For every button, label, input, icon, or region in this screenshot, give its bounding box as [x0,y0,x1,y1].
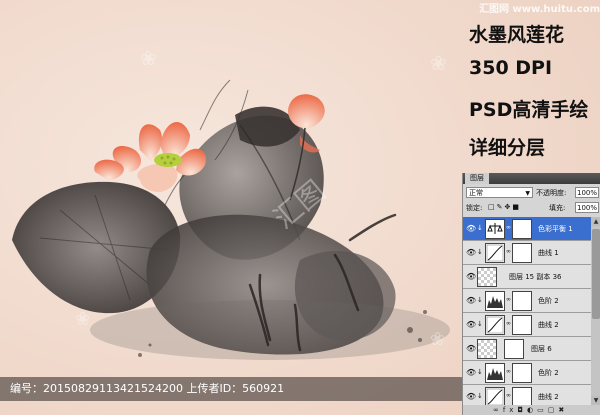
scroll-thumb[interactable] [592,229,600,319]
group-folder-icon[interactable]: ▭ [537,406,548,414]
pattern-icon [477,267,497,287]
promo-text-block: 水墨风莲花 350 DPI PSD高清手绘 详细分层 [463,0,600,172]
blend-row: 正常 ▼ 不透明度: 100% [463,186,600,200]
layer-name: 色阶 2 [538,369,559,377]
eye-icon[interactable]: 👁 [466,392,476,401]
checker-icon [477,339,497,359]
clip-arrow-icon: ↓ [477,248,483,256]
layer-row[interactable]: 👁 ↓ ∞ 色阶 2 [463,361,591,385]
clip-arrow-icon: ↓ [477,224,483,232]
balance-icon [485,219,505,239]
layers-panel: 图层 正常 ▼ 不透明度: 100% 锁定: □✎✥■ 填充: 100% 👁 ↓… [462,173,600,415]
eye-icon[interactable]: 👁 [466,344,476,353]
footer-icons: ∞fx◘◐▭▢✖ [493,405,568,415]
svg-text:❀: ❀ [430,51,447,75]
adjustment-icon[interactable]: ◐ [527,406,537,414]
layer-name: 图层 6 [531,345,552,353]
link-icon[interactable]: ∞ [506,248,511,255]
add-mask-icon[interactable]: ◘ [517,406,527,414]
lock-brush-icon[interactable]: ✎ [497,203,505,211]
lock-all-icon[interactable]: ■ [512,203,521,211]
promo-psd: PSD高清手绘 [469,99,589,121]
eye-icon[interactable]: 👁 [466,368,476,377]
lock-label: 锁定: [466,204,483,212]
layer-row[interactable]: 👁 图层 15 副本 36 [463,265,591,289]
clip-arrow-icon: ↓ [477,392,483,400]
lock-row: 锁定: □✎✥■ 填充: 100% [463,201,600,215]
layer-name: 色阶 2 [538,297,559,305]
eye-icon[interactable]: 👁 [466,224,476,233]
layer-mask-thumb[interactable] [512,363,532,383]
layer-name: 图层 15 副本 36 [509,273,562,281]
layer-row[interactable]: 👁 ↓ ∞ 色阶 2 [463,289,591,313]
link-icon[interactable]: ∞ [506,392,511,399]
curves-icon [485,243,505,263]
link-icon[interactable]: ∞ [506,368,511,375]
opacity-label: 不透明度: [536,189,567,197]
promo-title: 水墨风莲花 [469,24,565,46]
promo-dpi: 350 DPI [469,57,553,79]
layer-row[interactable]: 👁 ↓ ∞ 色彩平衡 1 [463,217,591,241]
layer-mask-thumb[interactable] [512,243,532,263]
levels-icon [485,363,505,383]
fx-icon[interactable]: fx [503,406,518,414]
promo-layers: 详细分层 [469,137,546,159]
layer-mask-thumb[interactable] [504,339,524,359]
chevron-down-icon: ▼ [525,190,530,197]
levels-icon [485,291,505,311]
fill-input[interactable]: 100% [575,202,599,213]
eye-icon[interactable]: 👁 [466,320,476,329]
scroll-up-icon[interactable]: ▲ [591,217,600,226]
clip-arrow-icon: ↓ [477,368,483,376]
svg-text:❀: ❀ [140,46,157,70]
lock-transparent-icon[interactable]: □ [488,203,497,211]
clip-arrow-icon: ↓ [477,296,483,304]
layer-row[interactable]: 👁 ↓ ∞ 曲线 1 [463,241,591,265]
layers-scrollbar[interactable]: ▲ ▼ [591,217,600,405]
link-icon[interactable]: ∞ [506,224,511,231]
image-info-bar: 编号：20150829113421524200 上传者ID：560921 [0,377,462,401]
new-layer-icon[interactable]: ▢ [548,406,559,414]
layer-mask-thumb[interactable] [512,219,532,239]
layer-row[interactable]: 👁 ↓ ∞ 曲线 2 [463,385,591,405]
svg-text:❀: ❀ [430,329,445,350]
layer-mask-thumb[interactable] [512,291,532,311]
panel-footer: ∞fx◘◐▭▢✖ [463,405,600,415]
layer-name: 曲线 1 [538,249,559,257]
clip-arrow-icon: ↓ [477,320,483,328]
panel-titlebar: 图层 [463,173,600,184]
layer-mask-thumb[interactable] [512,387,532,405]
scroll-down-icon[interactable]: ▼ [591,396,600,405]
link-icon[interactable]: ∞ [506,320,511,327]
layer-name: 曲线 2 [538,393,559,401]
layer-name: 色彩平衡 1 [538,225,573,233]
curves-icon [485,315,505,335]
fill-label: 填充: [549,204,566,212]
tab-layers[interactable]: 图层 [465,173,489,184]
eye-icon[interactable]: 👁 [466,272,476,281]
layer-row[interactable]: 👁 ↓ ∞ 曲线 2 [463,313,591,337]
layer-row[interactable]: 👁 图层 6 [463,337,591,361]
svg-text:❀: ❀ [75,309,90,330]
eye-icon[interactable]: 👁 [466,248,476,257]
curves-icon [485,387,505,405]
lock-options: □✎✥■ [488,203,521,211]
layer-mask-thumb[interactable] [512,315,532,335]
eye-icon[interactable]: 👁 [466,296,476,305]
site-watermark: 汇图网 www.huitu.com [479,4,600,15]
layer-name: 曲线 2 [538,321,559,329]
trash-icon[interactable]: ✖ [558,406,568,414]
link-icon[interactable]: ∞ [506,296,511,303]
link-layers-icon[interactable]: ∞ [493,406,503,414]
blend-mode-select[interactable]: 正常 ▼ [466,187,533,198]
blend-mode-value: 正常 [469,189,483,197]
opacity-input[interactable]: 100% [575,187,599,198]
layer-list: 👁 ↓ ∞ 色彩平衡 1 👁 ↓ ∞ 曲线 1 👁 图层 15 副本 36 👁 … [463,217,591,405]
